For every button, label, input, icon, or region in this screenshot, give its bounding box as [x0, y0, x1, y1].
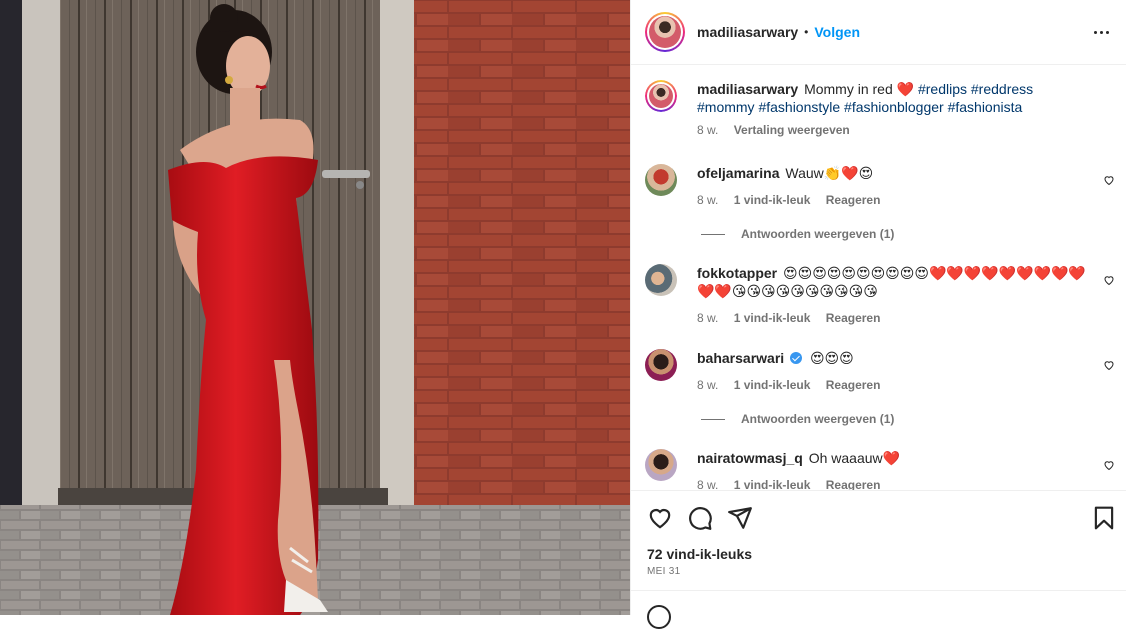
follow-button[interactable]: Volgen: [814, 24, 860, 40]
comments-list[interactable]: madiliasarwary Mommy in red ❤️ #redlips …: [631, 66, 1126, 490]
comment-likes[interactable]: 1 vind-ik-leuk: [734, 311, 811, 325]
comment-heart-icon[interactable]: [1103, 359, 1115, 371]
post-date: MEI 31: [647, 566, 681, 577]
caption-hashtags[interactable]: #redlips #reddress: [918, 81, 1033, 97]
bookmark-icon[interactable]: [1091, 505, 1117, 531]
separator-dot: •: [804, 25, 809, 39]
post-actions: [631, 490, 1126, 544]
add-comment-bar: [631, 590, 1126, 629]
view-replies-label: Antwoorden weergeven (1): [741, 227, 895, 241]
post-photo[interactable]: [0, 0, 630, 615]
comment-icon[interactable]: [687, 505, 713, 531]
comment-heart-icon[interactable]: [1103, 274, 1115, 286]
comment-age: 8 w.: [697, 193, 719, 207]
replies-divider: [701, 233, 725, 235]
comment-age: 8 w.: [697, 311, 719, 325]
comment-likes[interactable]: 1 vind-ik-leuk: [734, 193, 811, 207]
photo-illustration: [0, 0, 630, 615]
caption-avatar[interactable]: [645, 80, 677, 112]
comment-text: 😍😍😍: [809, 350, 854, 366]
reply-button[interactable]: Reageren: [826, 311, 881, 325]
comment-heart-icon[interactable]: [1103, 174, 1115, 186]
author-username[interactable]: madiliasarwary: [697, 24, 798, 40]
caption-age: 8 w.: [697, 123, 719, 137]
view-replies-button[interactable]: Antwoorden weergeven (1): [701, 412, 894, 426]
comment-username[interactable]: baharsarwari: [697, 350, 784, 366]
reply-button[interactable]: Reageren: [826, 378, 881, 392]
instagram-post: madiliasarwary • Volgen madiliasarwary M…: [0, 0, 1126, 629]
comment-likes[interactable]: 1 vind-ik-leuk: [734, 378, 811, 392]
comment-text: Wauw👏❤️😍: [785, 165, 874, 181]
view-replies-button[interactable]: Antwoorden weergeven (1): [701, 227, 894, 241]
reply-button[interactable]: Reageren: [826, 193, 881, 207]
caption-text: Mommy in red ❤️: [804, 81, 915, 97]
view-replies-label: Antwoorden weergeven (1): [741, 412, 895, 426]
commenter-avatar[interactable]: [645, 264, 677, 296]
replies-divider: [701, 418, 725, 420]
heart-icon[interactable]: [647, 505, 673, 531]
post-details-panel: madiliasarwary • Volgen madiliasarwary M…: [630, 0, 1126, 629]
reply-button[interactable]: Reageren: [826, 478, 881, 490]
emoji-icon[interactable]: [647, 605, 671, 629]
post-header: madiliasarwary • Volgen: [631, 0, 1126, 65]
send-icon[interactable]: [727, 505, 753, 531]
author-avatar[interactable]: [645, 12, 685, 52]
comment-text: Oh waaauw❤️: [808, 450, 901, 466]
comment-heart-icon[interactable]: [1103, 459, 1115, 471]
caption-hashtags-more[interactable]: #mommy #fashionstyle #fashionblogger #fa…: [697, 99, 1022, 115]
comment-username[interactable]: nairatowmasj_q: [697, 450, 803, 466]
comment-likes[interactable]: 1 vind-ik-leuk: [734, 478, 811, 490]
commenter-avatar[interactable]: [645, 349, 677, 381]
commenter-avatar[interactable]: [645, 164, 677, 196]
caption-username[interactable]: madiliasarwary: [697, 81, 798, 97]
comment-username[interactable]: ofeljamarina: [697, 165, 779, 181]
commenter-avatar[interactable]: [645, 449, 677, 481]
like-count[interactable]: 72 vind-ik-leuks: [647, 546, 752, 562]
translate-link[interactable]: Vertaling weergeven: [734, 123, 850, 137]
comment-username[interactable]: fokkotapper: [697, 265, 777, 281]
comment-age: 8 w.: [697, 378, 719, 392]
more-options-icon[interactable]: [1089, 20, 1113, 44]
comment-age: 8 w.: [697, 478, 719, 490]
verified-badge-icon: [790, 352, 803, 364]
